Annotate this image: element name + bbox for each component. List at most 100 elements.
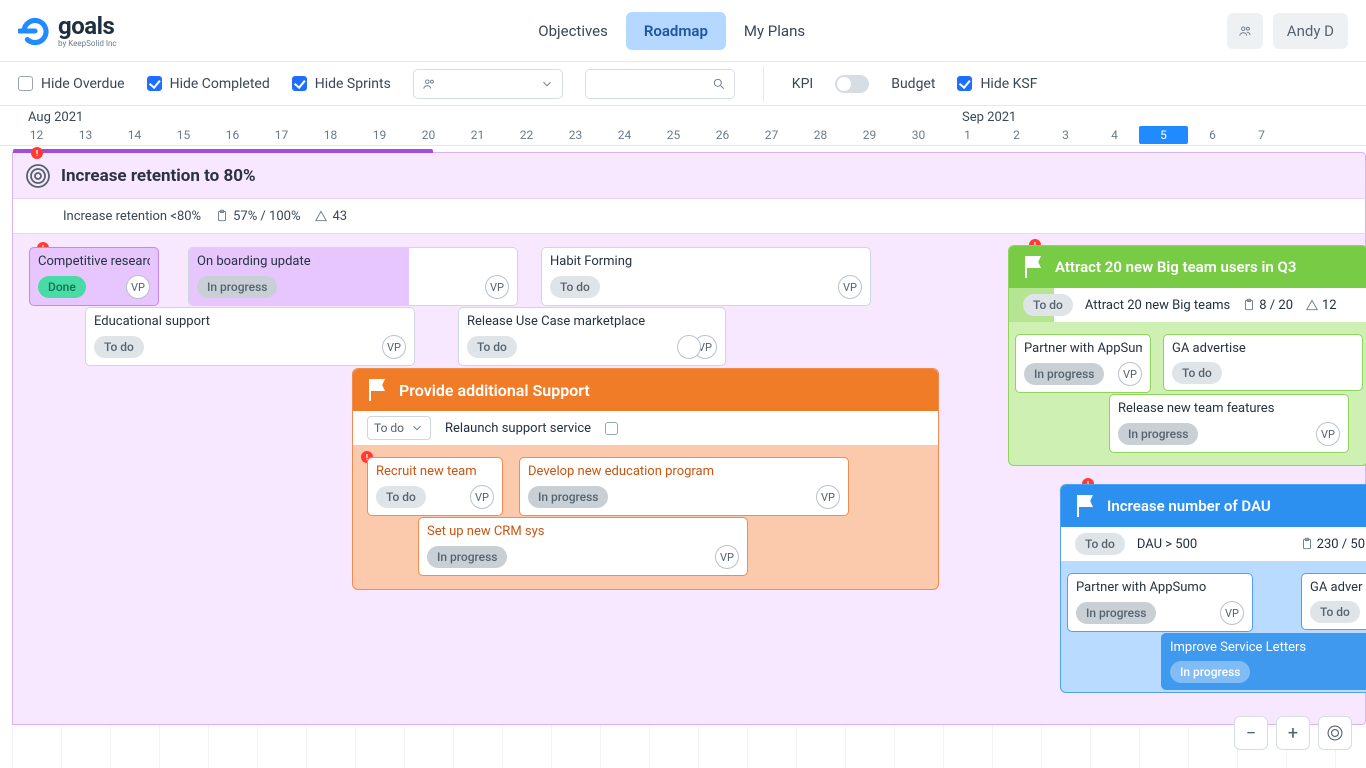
zoom-in-button[interactable]: + xyxy=(1276,716,1310,750)
month-aug-label: Aug 2021 xyxy=(28,110,83,125)
avatar: VP xyxy=(816,485,840,509)
task-ga-advertise-blue[interactable]: GA adver To do xyxy=(1301,573,1366,630)
goal-purple-progress-bar xyxy=(13,149,433,153)
budget-label: Budget xyxy=(891,76,935,92)
timeline-day[interactable]: 15 xyxy=(159,128,208,144)
task-improve-letters[interactable]: Improve Service Letters In progress xyxy=(1161,633,1366,690)
task-habit-forming[interactable]: Habit Forming To doVP xyxy=(541,247,871,306)
goal-green-kr[interactable]: To do Attract 20 new Big teams 8 / 20 12 xyxy=(1009,288,1366,322)
task-title: GA advertise xyxy=(1172,341,1354,356)
task-title: On boarding update xyxy=(197,254,509,269)
timeline-day[interactable]: 30 xyxy=(894,128,943,144)
kr-name: Attract 20 new Big teams xyxy=(1085,298,1230,313)
timeline-days[interactable]: 1213141516171819202122232425262728293012… xyxy=(12,128,1366,144)
avatar: VP xyxy=(1316,422,1340,446)
kr-name: Increase retention <80% xyxy=(63,209,201,224)
task-release-use-case[interactable]: Release Use Case marketplace To do VP xyxy=(458,307,726,366)
timeline-day[interactable]: 18 xyxy=(306,128,355,144)
timeline-day[interactable]: 13 xyxy=(61,128,110,144)
timeline-day[interactable]: 25 xyxy=(649,128,698,144)
goal-increase-dau[interactable]: Increase number of DAU To do DAU > 500 2… xyxy=(1060,484,1366,693)
task-title: Habit Forming xyxy=(550,254,862,269)
nav-objectives[interactable]: Objectives xyxy=(520,12,626,50)
task-title: Partner with AppSumo xyxy=(1024,341,1142,356)
people-filter-select[interactable] xyxy=(413,69,563,99)
timeline-header: Aug 2021 Sep 2021 1213141516171819202122… xyxy=(0,106,1366,146)
goal-attract-big-teams[interactable]: Attract 20 new Big team users in Q3 To d… xyxy=(1008,245,1366,466)
focus-button[interactable] xyxy=(1318,716,1352,750)
timeline-day[interactable]: 23 xyxy=(551,128,600,144)
user-box: Andy D xyxy=(1227,13,1348,49)
kr-progress: 57% / 100% xyxy=(233,209,300,224)
kr-checkbox[interactable] xyxy=(605,422,618,435)
kr-confidence: 12 xyxy=(1322,298,1337,313)
timeline-day[interactable]: 24 xyxy=(600,128,649,144)
timeline-day[interactable]: 26 xyxy=(698,128,747,144)
timeline-day[interactable]: 4 xyxy=(1090,128,1139,144)
task-educational-support[interactable]: Educational support To doVP xyxy=(85,307,415,366)
task-title: Competitive research xyxy=(38,254,150,269)
timeline-day[interactable]: 28 xyxy=(796,128,845,144)
timeline-day[interactable]: 29 xyxy=(845,128,894,144)
task-develop-education[interactable]: Develop new education program In progres… xyxy=(519,457,849,516)
goal-orange-kr[interactable]: To do Relaunch support service xyxy=(353,411,938,445)
clipboard-icon xyxy=(1242,298,1256,312)
task-title: Improve Service Letters xyxy=(1170,640,1366,655)
triangle-icon xyxy=(1305,298,1319,312)
status-select[interactable]: To do xyxy=(367,416,431,440)
search-input[interactable] xyxy=(585,69,735,99)
target-icon xyxy=(25,163,51,189)
kpi-budget-toggle[interactable] xyxy=(835,75,869,93)
timeline-day[interactable]: 21 xyxy=(453,128,502,144)
timeline-day[interactable]: 17 xyxy=(257,128,306,144)
goal-purple-kr[interactable]: Increase retention <80% 57% / 100% 43 xyxy=(13,199,1365,233)
goal-orange-title: Provide additional Support xyxy=(399,381,590,400)
nav-roadmap[interactable]: Roadmap xyxy=(626,12,726,50)
timeline-day[interactable]: 1 xyxy=(943,128,992,144)
task-partner-appsumo-blue[interactable]: Partner with AppSumo In progressVP xyxy=(1067,573,1253,632)
people-icon-button[interactable] xyxy=(1227,13,1263,49)
timeline-day[interactable]: 14 xyxy=(110,128,159,144)
status-badge: To do xyxy=(1023,294,1073,316)
task-title: GA adver xyxy=(1310,580,1366,595)
filter-bar: Hide Overdue Hide Completed Hide Sprints… xyxy=(0,62,1366,106)
timeline-day[interactable]: 2 xyxy=(992,128,1041,144)
app-logo[interactable]: goals by KeepSolid Inc xyxy=(18,14,117,48)
nav-myplans[interactable]: My Plans xyxy=(726,12,823,50)
task-setup-crm[interactable]: Set up new CRM sys In progressVP xyxy=(418,517,748,576)
avatar: VP xyxy=(470,485,494,509)
timeline-day[interactable]: 22 xyxy=(502,128,551,144)
task-release-team-features[interactable]: Release new team features In progressVP xyxy=(1109,394,1349,453)
roadmap-canvas[interactable]: Increase retention to 80% Increase reten… xyxy=(12,152,1366,768)
task-onboarding-update[interactable]: On boarding update In progressVP xyxy=(188,247,518,306)
timeline-day[interactable]: 7 xyxy=(1237,128,1286,144)
timeline-day[interactable]: 16 xyxy=(208,128,257,144)
hide-sprints-checkbox[interactable]: Hide Sprints xyxy=(292,76,391,92)
timeline-day[interactable]: 27 xyxy=(747,128,796,144)
task-title: Release new team features xyxy=(1118,401,1340,416)
hide-overdue-checkbox[interactable]: Hide Overdue xyxy=(18,76,125,92)
timeline-day[interactable]: 19 xyxy=(355,128,404,144)
timeline-day[interactable]: 20 xyxy=(404,128,453,144)
divider xyxy=(763,66,764,102)
goal-blue-kr[interactable]: To do DAU > 500 230 / 50 xyxy=(1061,527,1366,561)
hide-ksf-checkbox[interactable]: Hide KSF xyxy=(957,76,1037,92)
zoom-out-button[interactable]: − xyxy=(1234,716,1268,750)
timeline-day[interactable]: 12 xyxy=(12,128,61,144)
timeline-day[interactable]: 6 xyxy=(1188,128,1237,144)
timeline-day[interactable]: 3 xyxy=(1041,128,1090,144)
app-name: goals xyxy=(58,14,117,38)
user-name-button[interactable]: Andy D xyxy=(1273,13,1348,49)
status-badge: In progress xyxy=(427,546,507,568)
kr-name: Relaunch support service xyxy=(445,421,591,436)
clipboard-icon xyxy=(1300,537,1314,551)
task-partner-appsumo[interactable]: Partner with AppSumo In progressVP xyxy=(1015,334,1151,393)
task-recruit-team[interactable]: Recruit new team To doVP xyxy=(367,457,503,516)
timeline-day[interactable]: 5 xyxy=(1139,126,1188,144)
status-badge: In progress xyxy=(1170,661,1250,683)
avatar: VP xyxy=(838,275,862,299)
task-competitive-research[interactable]: Competitive research DoneVP xyxy=(29,247,159,306)
hide-completed-checkbox[interactable]: Hide Completed xyxy=(147,76,270,92)
goal-provide-support[interactable]: Provide additional Support To do Relaunc… xyxy=(352,368,939,590)
task-ga-advertise[interactable]: GA advertise To do xyxy=(1163,334,1363,391)
